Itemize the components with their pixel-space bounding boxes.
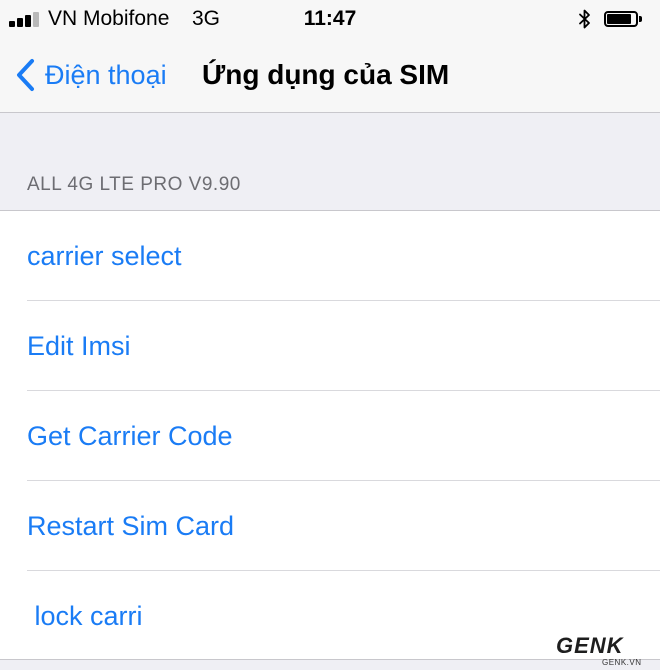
- list-item-get-carrier-code[interactable]: Get Carrier Code: [0, 391, 660, 481]
- back-button[interactable]: Điện thoại: [14, 56, 167, 94]
- genk-watermark: GENK GENK.VN: [556, 634, 656, 668]
- list-item-label: carrier select: [27, 241, 182, 271]
- page-title: Ứng dụng của SIM: [202, 59, 450, 90]
- bluetooth-icon: [579, 9, 590, 29]
- list-item-label: lock carri: [27, 601, 143, 631]
- status-bar: VN Mobifone 3G 11:47: [0, 0, 660, 38]
- sim-app-list: carrier select Edit Imsi Get Carrier Cod…: [0, 210, 660, 660]
- list-item-restart-sim-card[interactable]: Restart Sim Card: [0, 481, 660, 571]
- chevron-left-icon: [17, 59, 34, 91]
- status-time: 11:47: [303, 7, 357, 30]
- watermark-logo: GENK: [556, 633, 624, 658]
- section-header: ALL 4G LTE PRO V9.90: [27, 174, 241, 195]
- navigation-bar: Điện thoại Ứng dụng của SIM: [0, 38, 660, 113]
- list-item-edit-imsi[interactable]: Edit Imsi: [0, 301, 660, 391]
- list-item-carrier-select[interactable]: carrier select: [0, 211, 660, 301]
- list-item-label: Restart Sim Card: [27, 511, 235, 541]
- battery-icon: [604, 11, 644, 27]
- back-label: Điện thoại: [45, 60, 167, 90]
- list-item-label: Get Carrier Code: [27, 421, 233, 451]
- list-item-label: Edit Imsi: [27, 331, 131, 361]
- watermark-url: GENK.VN: [602, 658, 642, 667]
